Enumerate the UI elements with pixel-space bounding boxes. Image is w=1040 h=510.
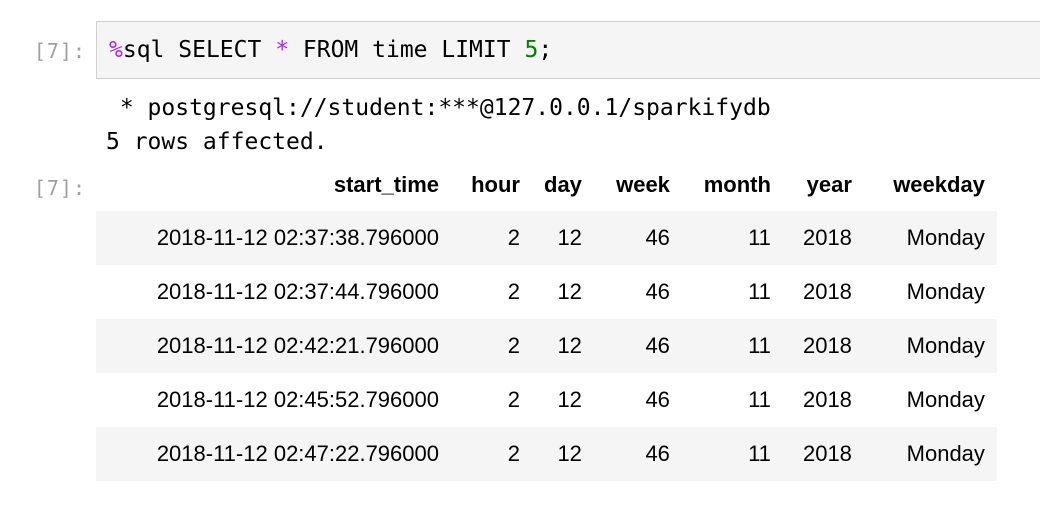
cell-day: 12 bbox=[557, 333, 582, 358]
column-header-month: month bbox=[703, 172, 771, 197]
table-row: 2018-11-12 02:47:22.796000 2 12 46 11 20… bbox=[96, 427, 997, 481]
cell-day: 12 bbox=[557, 441, 582, 466]
cell-month: 11 bbox=[748, 387, 771, 412]
output-prompt: [7]: bbox=[33, 176, 86, 200]
cell-year: 2018 bbox=[802, 387, 852, 412]
cell-hour: 2 bbox=[507, 225, 520, 250]
column-header-weekday: weekday bbox=[893, 172, 985, 197]
cell-week: 46 bbox=[645, 333, 670, 358]
connection-line: * postgresql://student:***@127.0.0.1/spa… bbox=[106, 95, 771, 121]
cell-week: 46 bbox=[645, 225, 670, 250]
cell-month: 11 bbox=[748, 279, 771, 304]
column-header-week: week bbox=[616, 172, 670, 197]
cell-weekday: Monday bbox=[906, 279, 985, 304]
table-row: 2018-11-12 02:37:44.796000 2 12 46 11 20… bbox=[96, 265, 997, 319]
cell-weekday: Monday bbox=[906, 225, 985, 250]
magic-prefix: % bbox=[109, 37, 123, 63]
cell-start-time: 2018-11-12 02:45:52.796000 bbox=[156, 387, 439, 412]
cell-week: 46 bbox=[645, 279, 670, 304]
cell-hour: 2 bbox=[507, 441, 520, 466]
cell-hour: 2 bbox=[507, 279, 520, 304]
cell-year: 2018 bbox=[802, 225, 852, 250]
cell-weekday: Monday bbox=[906, 333, 985, 358]
statement-terminator: ; bbox=[538, 37, 553, 63]
cell-weekday: Monday bbox=[906, 441, 985, 466]
table-row: 2018-11-12 02:45:52.796000 2 12 46 11 20… bbox=[96, 373, 997, 427]
cell-day: 12 bbox=[557, 387, 582, 412]
cell-week: 46 bbox=[645, 441, 670, 466]
cell-hour: 2 bbox=[507, 333, 520, 358]
cell-start-time: 2018-11-12 02:47:22.796000 bbox=[156, 441, 439, 466]
column-header-start-time: start_time bbox=[333, 172, 439, 197]
cell-month: 11 bbox=[748, 441, 771, 466]
code-line[interactable]: %sql SELECT * FROM time LIMIT 5; bbox=[109, 35, 552, 65]
cell-day: 12 bbox=[557, 279, 582, 304]
cell-month: 11 bbox=[748, 225, 771, 250]
column-header-hour: hour bbox=[471, 172, 520, 197]
cell-year: 2018 bbox=[802, 279, 852, 304]
column-header-year: year bbox=[806, 172, 852, 197]
cell-month: 11 bbox=[748, 333, 771, 358]
cell-hour: 2 bbox=[507, 387, 520, 412]
rows-affected-line: 5 rows affected. bbox=[106, 129, 328, 155]
stdout-output: * postgresql://student:***@127.0.0.1/spa… bbox=[106, 91, 771, 159]
cell-year: 2018 bbox=[802, 333, 852, 358]
sql-keyword: sql SELECT bbox=[122, 37, 276, 63]
cell-start-time: 2018-11-12 02:37:38.796000 bbox=[156, 225, 439, 250]
code-input-cell[interactable]: %sql SELECT * FROM time LIMIT 5; bbox=[96, 21, 1040, 79]
table-row: 2018-11-12 02:37:38.796000 2 12 46 11 20… bbox=[96, 211, 997, 265]
cell-year: 2018 bbox=[802, 441, 852, 466]
from-clause: FROM time LIMIT bbox=[289, 37, 525, 63]
cell-weekday: Monday bbox=[906, 387, 985, 412]
cell-start-time: 2018-11-12 02:37:44.796000 bbox=[156, 279, 439, 304]
select-star: * bbox=[275, 37, 290, 63]
table-row: 2018-11-12 02:42:21.796000 2 12 46 11 20… bbox=[96, 319, 997, 373]
cell-week: 46 bbox=[645, 387, 670, 412]
column-header-day: day bbox=[544, 172, 582, 197]
input-prompt: [7]: bbox=[33, 39, 86, 63]
limit-value: 5 bbox=[524, 37, 539, 63]
table-header-row: start_time hour day week month year week… bbox=[96, 159, 997, 211]
cell-day: 12 bbox=[557, 225, 582, 250]
result-table: start_time hour day week month year week… bbox=[96, 159, 997, 481]
cell-start-time: 2018-11-12 02:42:21.796000 bbox=[156, 333, 439, 358]
